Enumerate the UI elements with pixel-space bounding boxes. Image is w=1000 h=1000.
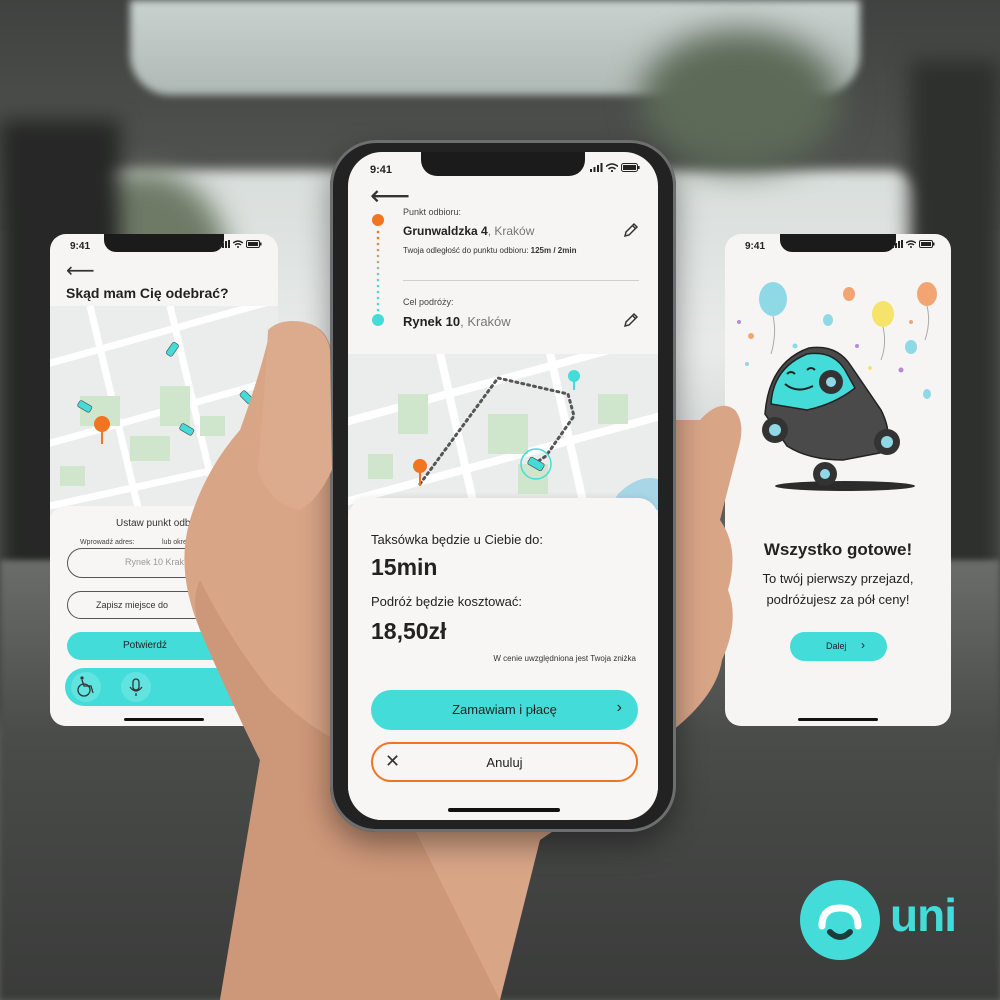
cancel-label: Anuluj bbox=[486, 755, 523, 770]
eta-label: Taksówka będzie u Ciebie do: bbox=[371, 532, 543, 547]
uni-logo-icon bbox=[800, 880, 880, 960]
distance-value: 125m / 2min bbox=[530, 246, 577, 255]
order-label: Zamawiam i płacę bbox=[452, 702, 557, 717]
battery-icon bbox=[246, 240, 262, 248]
eta-value: 15min bbox=[371, 554, 438, 580]
pickup-label: Punkt odbioru: bbox=[403, 207, 462, 217]
wifi-icon bbox=[606, 163, 618, 172]
confirm-button[interactable]: Potwierdź bbox=[67, 632, 267, 660]
bottom-sheet: Ustaw punkt odbioru Wprowadź adres: lub … bbox=[50, 506, 278, 726]
order-and-pay-button[interactable]: Zamawiam i płacę › bbox=[371, 690, 638, 730]
ready-message: To twój pierwszy przejazd, podróżujesz z… bbox=[725, 568, 951, 610]
home-indicator bbox=[448, 808, 560, 812]
signal-icon bbox=[590, 163, 603, 172]
edit-pencil-icon[interactable] bbox=[622, 221, 640, 239]
wifi-icon bbox=[233, 240, 243, 248]
signal-icon bbox=[892, 240, 903, 248]
battery-icon bbox=[621, 163, 640, 172]
order-summary-screen: 9:41 ⟵ Punkt odbioru: Grunwaldzka 4, Kra… bbox=[348, 152, 658, 820]
car-mascot-icon bbox=[762, 346, 915, 491]
locate-label: lub określ bbox=[162, 539, 192, 546]
destination-address: Rynek 10, Kraków bbox=[403, 314, 511, 329]
destination-city: , Kraków bbox=[460, 314, 511, 329]
ready-line-2: podróżujesz za pół ceny! bbox=[766, 592, 910, 607]
ready-screen: 9:41 Wszystko gotowe! To twój pierwszy p… bbox=[725, 234, 951, 726]
accessibility-bar bbox=[65, 668, 265, 706]
route-map[interactable] bbox=[348, 354, 658, 510]
cost-value: 18,50zł bbox=[371, 618, 447, 644]
status-bar: 9:41 bbox=[348, 152, 658, 182]
next-label: Dalej bbox=[826, 641, 847, 651]
sheet-title: Ustaw punkt odbioru bbox=[116, 518, 208, 529]
pickup-street: Grunwaldzka 4 bbox=[403, 224, 488, 238]
destination-street: Rynek 10 bbox=[403, 314, 461, 329]
address-input[interactable]: Rynek 10 Krak bbox=[67, 548, 267, 578]
back-arrow-icon[interactable]: ⟵ bbox=[370, 182, 410, 210]
map-streets bbox=[50, 306, 278, 516]
address-label: Wprowadź adres: bbox=[80, 539, 135, 546]
discount-note: W cenie uwzględniona jest Twoja zniżka bbox=[493, 654, 636, 663]
home-indicator bbox=[798, 718, 878, 721]
wifi-icon bbox=[906, 240, 916, 248]
wheelchair-icon[interactable] bbox=[71, 672, 101, 702]
home-indicator bbox=[124, 718, 204, 721]
ready-title: Wszystko gotowe! bbox=[763, 540, 913, 559]
save-place-button[interactable]: Zapisz miejsce do bbox=[67, 591, 267, 619]
back-arrow-icon[interactable]: ⟵ bbox=[66, 258, 95, 283]
distance-label: Twoja odległość do punktu odbioru: bbox=[403, 246, 529, 255]
status-bar: 9:41 bbox=[725, 234, 951, 256]
destination-label: Cel podróży: bbox=[403, 297, 454, 307]
signal-icon bbox=[219, 240, 230, 248]
status-time: 9:41 bbox=[70, 241, 91, 252]
close-icon: ✕ bbox=[385, 751, 401, 771]
ready-line-1: To twój pierwszy przejazd, bbox=[762, 571, 914, 586]
divider bbox=[403, 280, 639, 281]
status-time: 9:41 bbox=[745, 241, 766, 252]
cost-label: Podróż będzie kosztować: bbox=[371, 594, 523, 609]
chevron-right-icon: › bbox=[616, 699, 622, 716]
microphone-icon[interactable] bbox=[121, 672, 151, 702]
page-title: Skąd mam Cię odebrać? bbox=[66, 285, 229, 301]
chevron-right-icon: › bbox=[861, 638, 865, 652]
battery-icon bbox=[919, 240, 935, 248]
celebration-illustration bbox=[737, 282, 937, 491]
logo-text: uni bbox=[890, 889, 957, 941]
distance-info: Twoja odległość do punktu odbioru: 125m … bbox=[403, 246, 576, 255]
pickup-address: Grunwaldzka 4, Kraków bbox=[403, 224, 534, 238]
bottom-sheet: Taksówka będzie u Ciebie do: 15min Podró… bbox=[348, 498, 658, 820]
status-time: 9:41 bbox=[370, 164, 393, 176]
route-indicator bbox=[372, 214, 384, 326]
brand-logo: uni bbox=[800, 880, 960, 960]
next-button[interactable]: Dalej › bbox=[790, 632, 887, 661]
pickup-city: , Kraków bbox=[487, 224, 535, 238]
cancel-button[interactable]: ✕ Anuluj bbox=[371, 742, 638, 782]
pickup-location-screen: 9:41 ⟵ Skąd mam Cię odebrać? Ustaw punkt… bbox=[50, 234, 278, 726]
edit-pencil-icon[interactable] bbox=[622, 311, 640, 329]
map-view[interactable] bbox=[50, 306, 278, 516]
status-bar: 9:41 bbox=[50, 234, 278, 256]
route-map-drawing bbox=[348, 354, 658, 510]
